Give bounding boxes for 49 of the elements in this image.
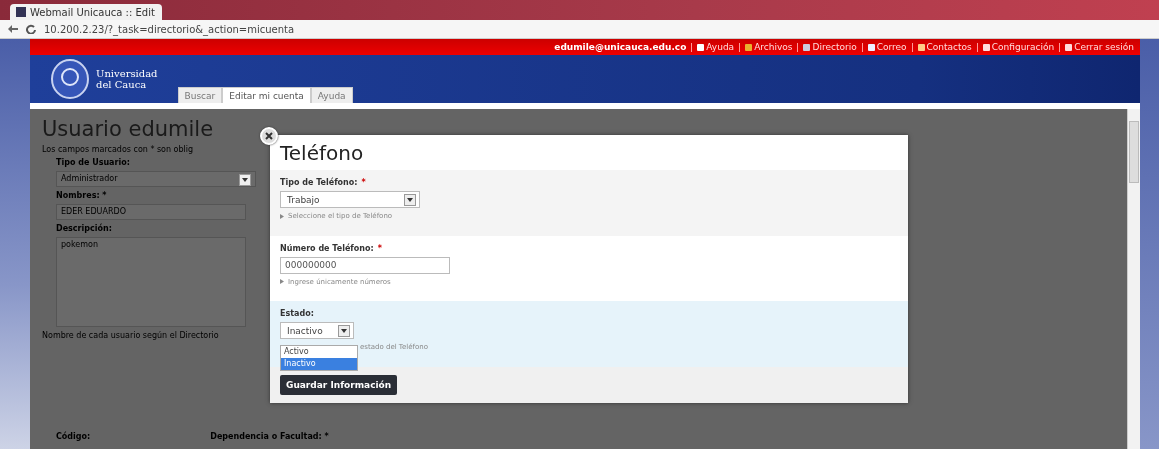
field-hint: Nombre de cada usuario según el Directorio [42, 331, 219, 340]
field-label: Descripción: [56, 224, 112, 233]
field-label: Tipo de Teléfono: * [280, 178, 367, 187]
bullet-icon [280, 279, 284, 285]
scrollbar[interactable] [1127, 109, 1140, 449]
header-link[interactable]: Correo [867, 42, 907, 52]
link-icon [745, 43, 753, 51]
link-icon [1065, 43, 1073, 51]
nav-tab[interactable]: Editar mi cuenta [222, 87, 311, 103]
dialog-title: Teléfono [279, 139, 365, 167]
reload-icon[interactable] [26, 24, 36, 34]
field-label: Número de Teléfono: * [280, 243, 383, 253]
header-link[interactable]: Contactos [917, 42, 972, 52]
input-field[interactable]: EDER EDUARDO [56, 204, 246, 220]
back-icon[interactable] [8, 25, 18, 33]
field-label: Dependencia o Facultad: * [210, 432, 329, 441]
dropdown-option[interactable]: Inactivo [281, 358, 357, 371]
favicon-icon [16, 7, 26, 17]
header-link[interactable]: Configuración [982, 42, 1055, 52]
field-label: Código: [56, 432, 91, 441]
header-link[interactable]: Archivos [745, 42, 793, 52]
university-name: Universidad [96, 68, 158, 79]
select-field[interactable]: Trabajo [280, 191, 420, 208]
browser-tab[interactable]: Webmail Unicauca :: Edit [10, 4, 162, 20]
textarea-field[interactable]: pokemon [56, 237, 246, 327]
header-link[interactable]: Cerrar sesión [1065, 42, 1134, 52]
address-field[interactable]: 10.200.2.23/?_task=directorio&_action=micuenta [44, 23, 295, 35]
university-name: del Cauca [96, 79, 148, 90]
link-icon [982, 43, 990, 51]
phone-input[interactable]: 000000000 [280, 256, 450, 274]
link-icon [917, 43, 925, 51]
link-icon [867, 43, 875, 51]
field-label: Tipo de Usuario: [56, 158, 130, 167]
select-field[interactable]: Inactivo [280, 322, 354, 340]
save-button[interactable]: Guardar Información [280, 375, 398, 395]
field-label: Nombres: * [56, 191, 107, 200]
shield-logo-icon [50, 59, 90, 99]
bullet-icon [280, 213, 284, 219]
nav-tab[interactable]: Buscar [177, 87, 223, 103]
page-title: Usuario edumile [42, 117, 214, 141]
header-link[interactable]: Directorio [803, 42, 857, 52]
select-field[interactable]: Administrador [56, 171, 256, 187]
link-icon [803, 43, 811, 51]
user-email: edumile@unicauca.edu.co [554, 42, 687, 52]
field-label: Estado: [280, 309, 315, 319]
nav-tab[interactable]: Ayuda [310, 87, 353, 103]
required-note: Los campos marcados con * son oblig [42, 145, 194, 154]
header-link[interactable]: Ayuda [697, 42, 735, 52]
link-icon [697, 43, 705, 51]
